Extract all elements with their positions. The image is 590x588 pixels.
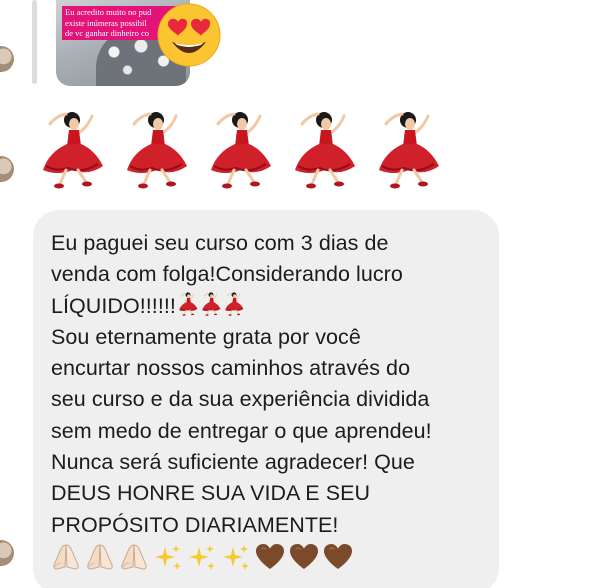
flamenco-dancer-icon [223,291,245,317]
message-line: sem medo de entregar o que aprendeu! [51,418,432,443]
message-text: Eu paguei seu curso com 3 dias de venda … [51,228,491,575]
flamenco-dancer-icon [204,110,276,190]
flamenco-dancer-icon [372,110,444,190]
brown-heart-icon [323,543,353,571]
brown-heart-icon [289,543,319,571]
flamenco-dancer-icon [36,110,108,190]
message-line: Nunca será suficiente agradecer! Que [51,450,415,475]
flamenco-dancer-icon [200,291,222,317]
message-line: venda com folga!Considerando lucro [51,262,403,287]
flamenco-dancer-icon [120,110,192,190]
message-line-with-emoji: LÍQUIDO!!!!!! [51,291,491,322]
sparkles-icon [153,543,183,571]
heart-eyes-face-icon [157,3,221,67]
avatar[interactable] [0,540,14,566]
sparkles-icon [221,543,251,571]
dm-thread: Eu acredito muito no pud existe inúmeras… [0,0,590,588]
avatar[interactable] [0,46,14,72]
message-line: Eu paguei seu curso com 3 dias de [51,231,389,255]
folded-hands-icon [119,543,149,571]
dancer-reaction-row [36,110,444,190]
message-line: seu curso e da sua experiência dividida [51,387,430,412]
avatar[interactable] [0,156,14,182]
flamenco-dancer-icon [177,291,199,317]
message-line: encurtar nossos caminhos através do [51,356,411,381]
folded-hands-icon [85,543,115,571]
brown-heart-icon [255,543,285,571]
sparkles-icon [187,543,217,571]
message-line: DEUS HONRE SUA VIDA E SEU [51,481,371,506]
folded-hands-icon [51,543,81,571]
message-line: PROPÓSITO DIARIAMENTE! [51,512,339,537]
reply-indicator [32,0,37,84]
message-line: Sou eternamente grata por você [51,324,361,349]
message-line: LÍQUIDO!!!!!! [51,293,176,318]
emoji-line [51,543,491,575]
flamenco-dancer-icon [288,110,360,190]
